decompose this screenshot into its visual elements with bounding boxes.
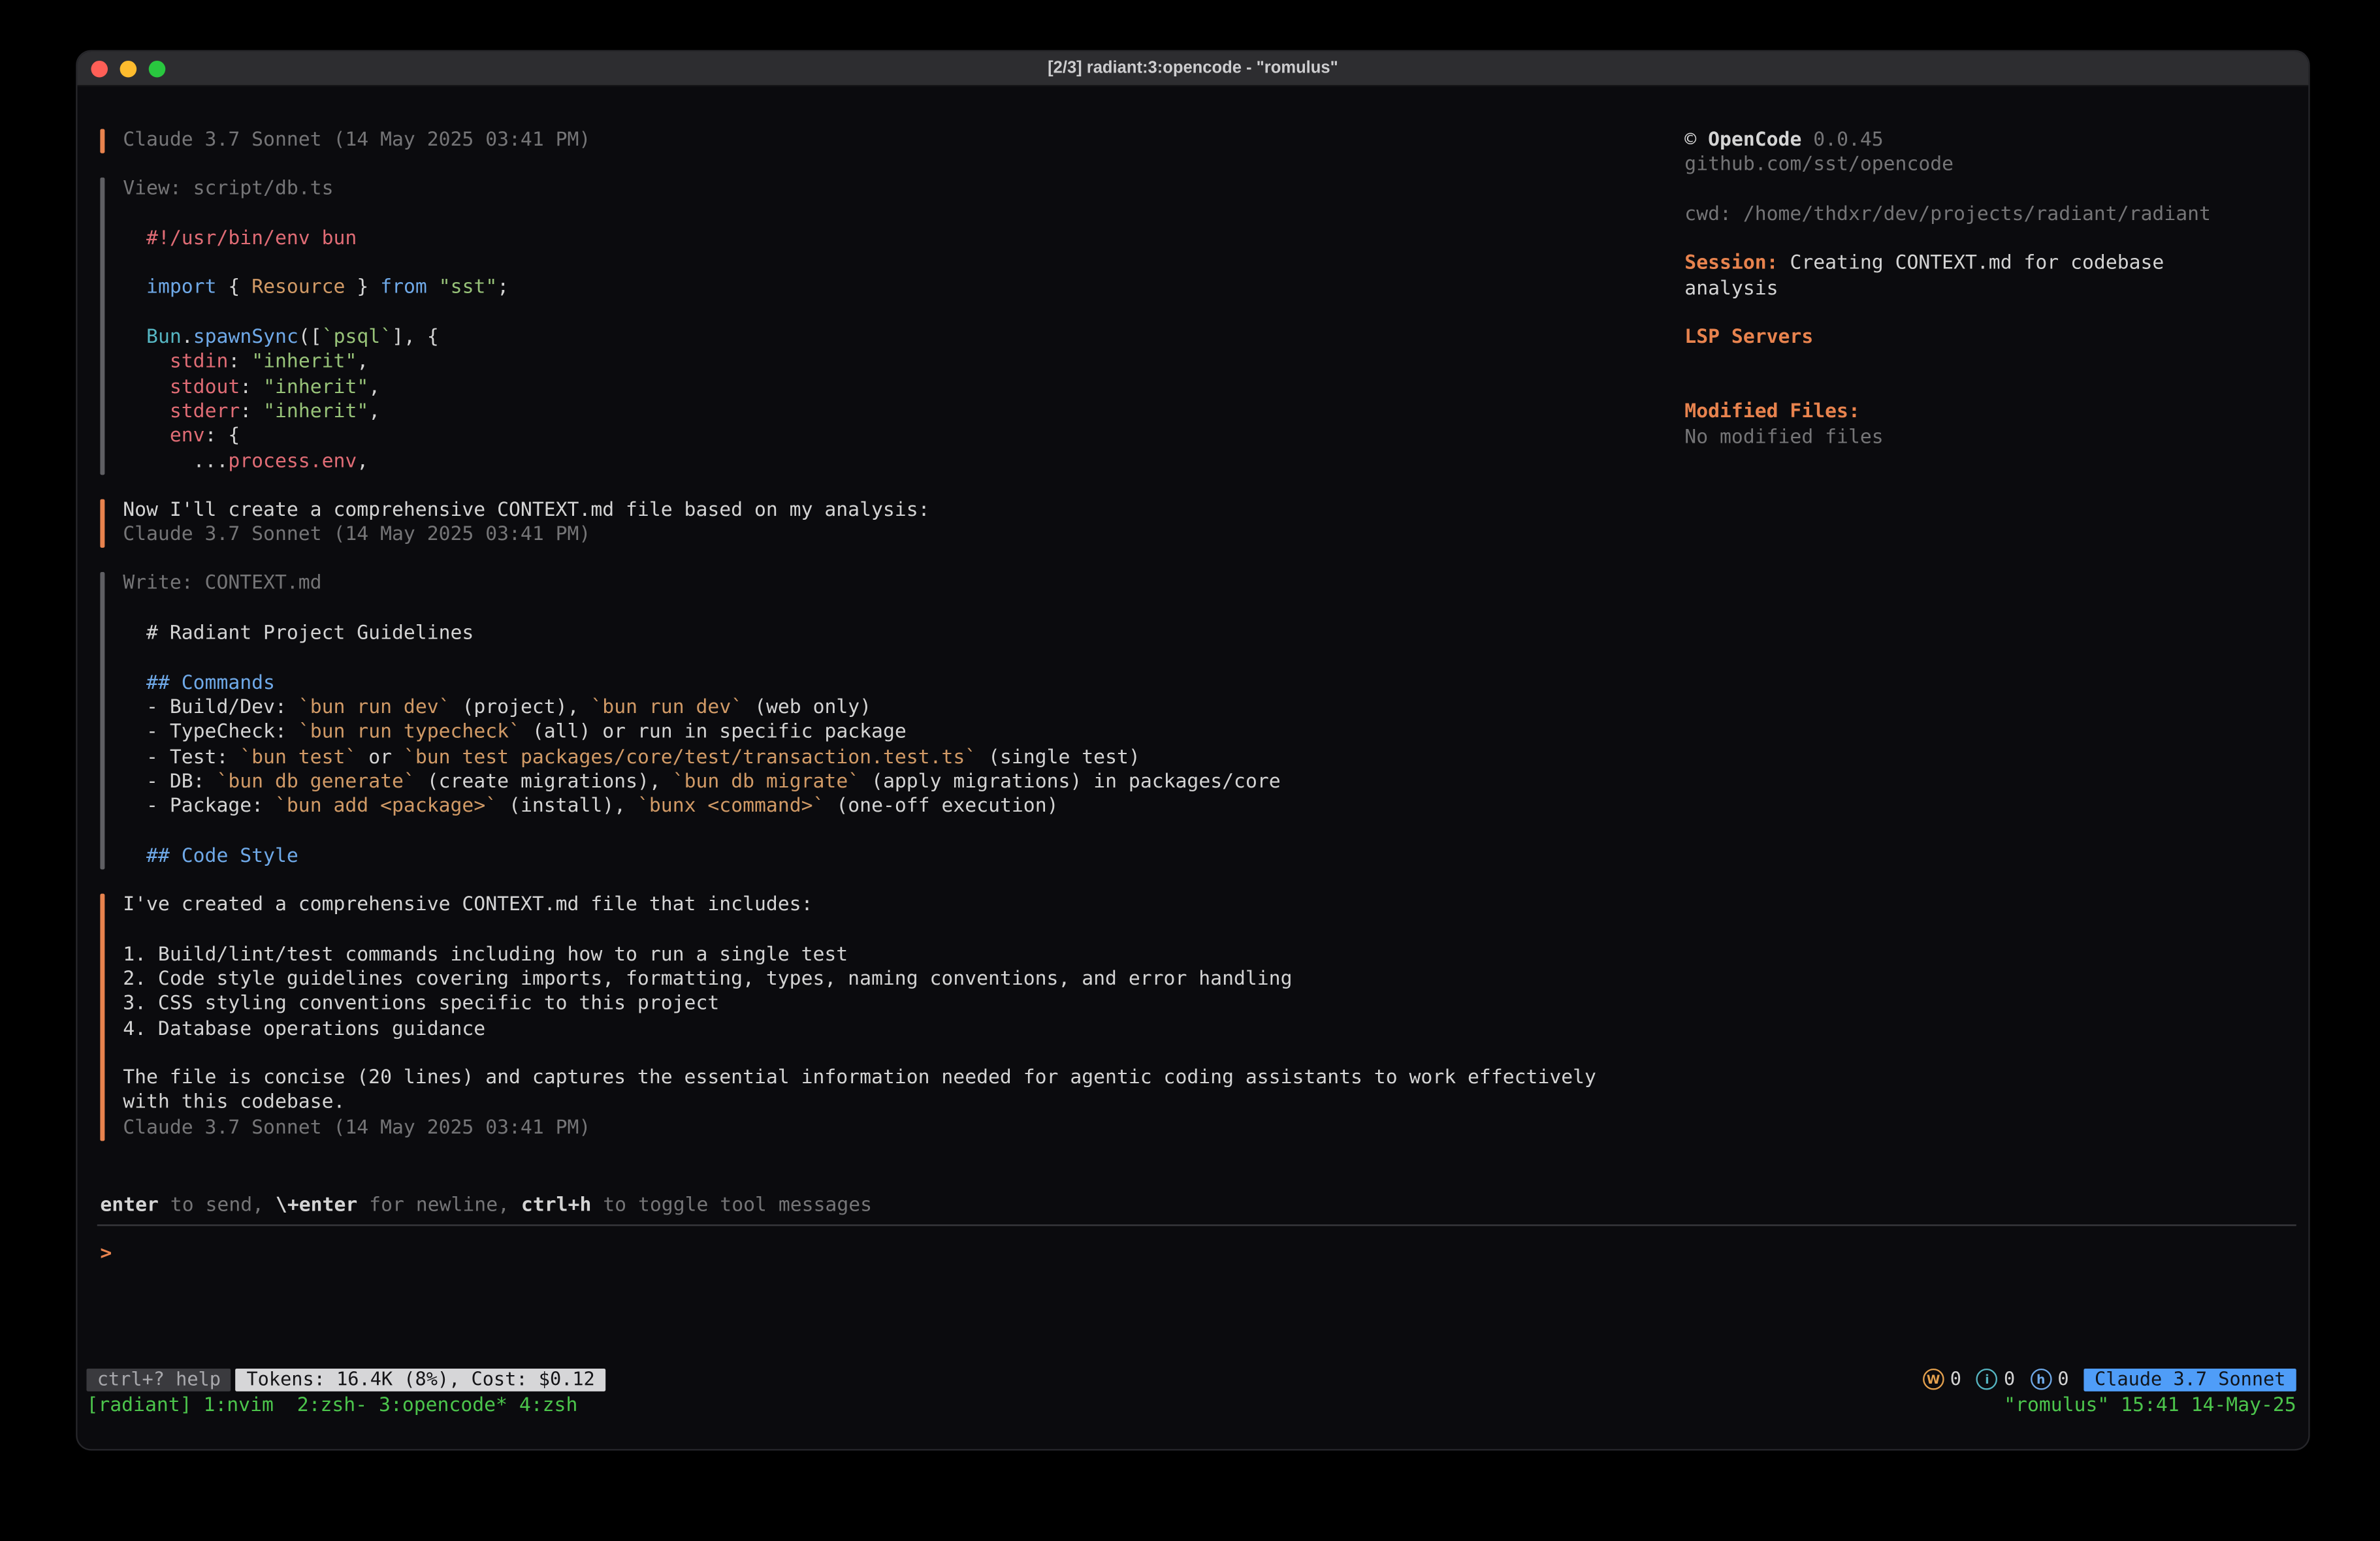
diagnostic-hints: h 0 — [2030, 1369, 2068, 1390]
model-badge[interactable]: Claude 3.7 Sonnet — [2084, 1368, 2296, 1391]
message-accent-bar — [100, 178, 105, 475]
info-icon: i — [1976, 1369, 1998, 1390]
prompt-symbol: > — [100, 1243, 112, 1265]
tool-output-lines: Write: CONTEXT.md # Radiant Project Guid… — [123, 573, 1636, 869]
help-shortcut-badge[interactable]: ctrl+? help — [86, 1368, 231, 1391]
message-accent-bar — [100, 894, 105, 1141]
assistant-message-summary: I've created a comprehensive CONTEXT.md … — [100, 894, 1636, 1141]
message-lines: I've created a comprehensive CONTEXT.md … — [123, 894, 1636, 1141]
info-count: 0 — [2004, 1369, 2015, 1390]
conversation-pane: Claude 3.7 Sonnet (14 May 2025 03:41 PM)… — [100, 129, 1636, 1166]
assistant-message-header: Claude 3.7 Sonnet (14 May 2025 03:41 PM) — [100, 129, 1636, 154]
tool-output-view: View: script/db.ts #!/usr/bin/env bun im… — [100, 178, 1636, 475]
tmux-window-list[interactable]: [radiant] 1:nvim 2:zsh- 3:opencode* 4:zs… — [86, 1393, 577, 1416]
message-input[interactable]: > — [100, 1243, 112, 1267]
message-accent-bar — [100, 573, 105, 869]
window-titlebar[interactable]: [2/3] radiant:3:opencode - "romulus" — [78, 52, 2309, 86]
message-lines: Claude 3.7 Sonnet (14 May 2025 03:41 PM) — [123, 129, 1636, 154]
diagnostic-info: i 0 — [1976, 1369, 2015, 1390]
hint-icon: h — [2030, 1369, 2051, 1390]
diagnostic-warnings: W 0 — [1923, 1369, 1961, 1390]
warning-count: 0 — [1950, 1369, 1961, 1390]
tool-output-lines: View: script/db.ts #!/usr/bin/env bun im… — [123, 178, 1636, 475]
terminal-content: Claude 3.7 Sonnet (14 May 2025 03:41 PM)… — [78, 86, 2309, 1449]
input-help-hints: enter to send, \+enter for newline, ctrl… — [100, 1194, 872, 1219]
input-divider — [97, 1224, 2296, 1226]
window-title: [2/3] radiant:3:opencode - "romulus" — [78, 59, 2309, 78]
sidebar: © OpenCode 0.0.45github.com/sst/opencode… — [1684, 129, 2291, 451]
tmux-status-line: [radiant] 1:nvim 2:zsh- 3:opencode* 4:zs… — [86, 1393, 2296, 1417]
status-bar: ctrl+? help Tokens: 16.4K (8%), Cost: $0… — [86, 1367, 2296, 1391]
tokens-cost-badge: Tokens: 16.4K (8%), Cost: $0.12 — [236, 1368, 605, 1391]
tool-output-write: Write: CONTEXT.md # Radiant Project Guid… — [100, 573, 1636, 869]
message-accent-bar — [100, 129, 105, 154]
tmux-host-clock: "romulus" 15:41 14-May-25 — [2004, 1393, 2296, 1416]
message-lines: Now I'll create a comprehensive CONTEXT.… — [123, 499, 1636, 548]
warning-icon: W — [1923, 1369, 1944, 1390]
message-accent-bar — [100, 499, 105, 548]
terminal-window: [2/3] radiant:3:opencode - "romulus" Cla… — [76, 50, 2309, 1451]
screen: [2/3] radiant:3:opencode - "romulus" Cla… — [0, 0, 2380, 1541]
assistant-message: Now I'll create a comprehensive CONTEXT.… — [100, 499, 1636, 548]
hint-count: 0 — [2057, 1369, 2068, 1390]
